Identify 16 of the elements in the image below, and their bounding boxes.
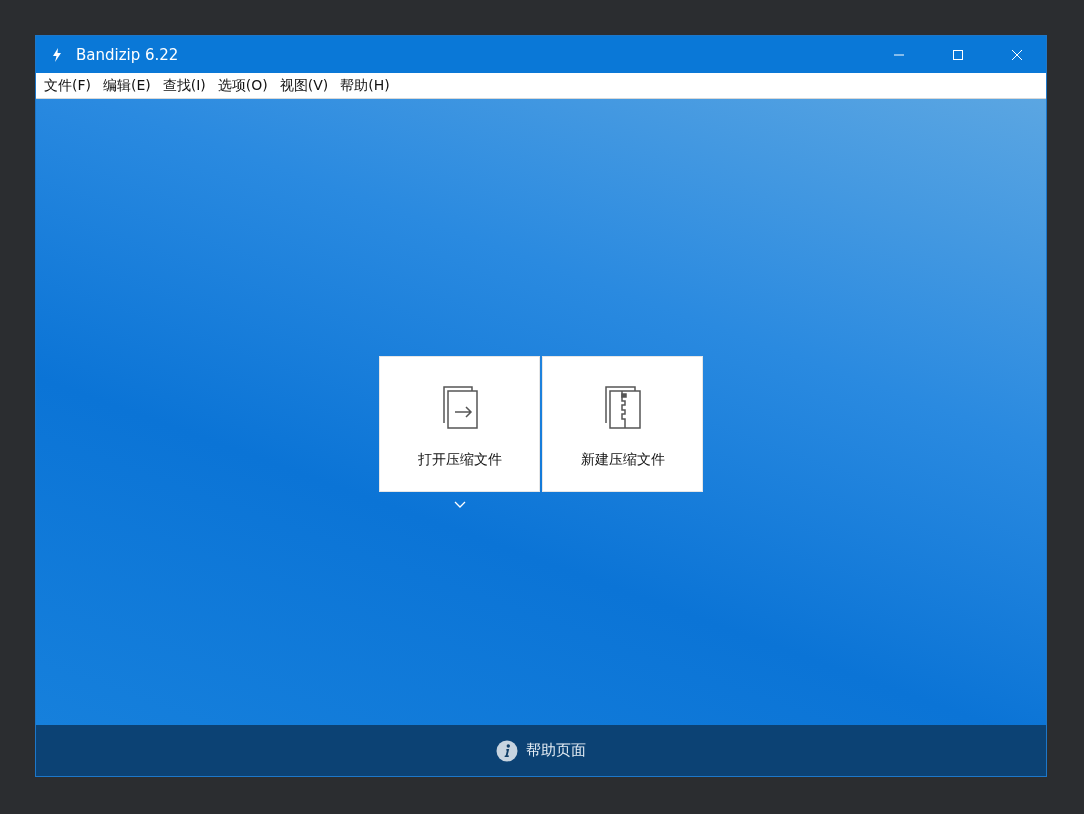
menu-item[interactable]: 编辑(E) bbox=[97, 73, 157, 98]
menu-item[interactable]: 文件(F) bbox=[38, 73, 97, 98]
open-archive-button[interactable]: 打开压缩文件 bbox=[379, 356, 540, 492]
menu-item[interactable]: 视图(V) bbox=[273, 73, 335, 98]
menu-item[interactable]: 帮助(H) bbox=[334, 73, 396, 98]
menu-item[interactable]: 查找(I) bbox=[156, 73, 212, 98]
new-archive-button[interactable]: 新建压缩文件 bbox=[542, 356, 703, 492]
zipped-document-icon bbox=[602, 385, 643, 431]
window-title: Bandizip 6.22 bbox=[76, 45, 179, 64]
menu-item[interactable]: 选项(O) bbox=[211, 73, 274, 98]
help-page-link[interactable]: 帮助页面 bbox=[496, 739, 586, 762]
close-icon bbox=[1010, 48, 1023, 61]
info-icon bbox=[496, 739, 518, 762]
lightning-icon bbox=[52, 47, 62, 62]
maximize-icon bbox=[951, 48, 964, 61]
chevron-down-icon[interactable] bbox=[453, 501, 466, 508]
